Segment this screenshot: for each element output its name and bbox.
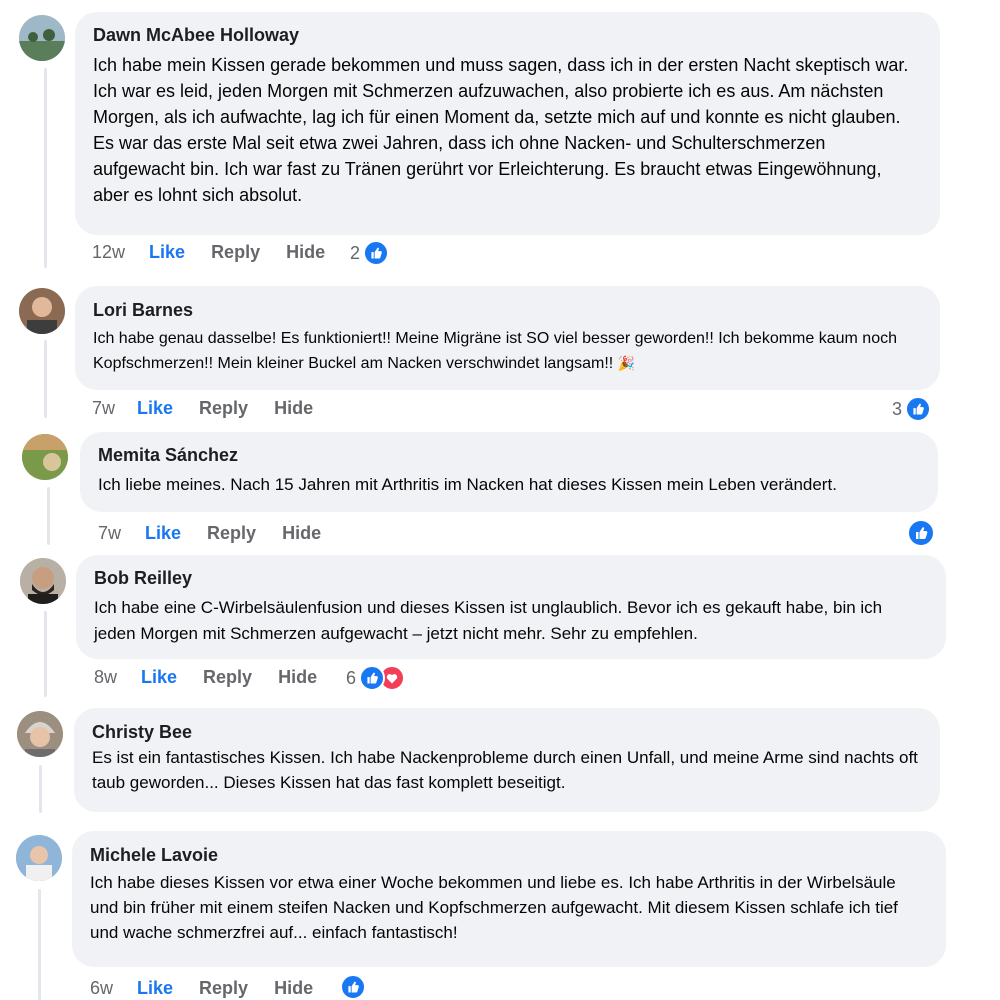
reaction-count: 2 xyxy=(350,242,361,263)
comment-author[interactable]: Lori Barnes xyxy=(93,299,922,321)
comment-text: Ich habe genau dasselbe! Es funktioniert… xyxy=(93,327,922,376)
comment-time[interactable]: 7w xyxy=(92,398,115,419)
hide-button[interactable]: Hide xyxy=(278,667,317,688)
comment-text-body: Ich habe genau dasselbe! Es funktioniert… xyxy=(93,330,897,372)
hide-button[interactable]: Hide xyxy=(282,523,321,544)
comment-time[interactable]: 8w xyxy=(94,667,117,688)
avatar[interactable] xyxy=(20,558,66,604)
reply-button[interactable]: Reply xyxy=(207,523,256,544)
reaction-summary[interactable]: 6 xyxy=(346,665,406,691)
comment-text: Ich habe eine C-Wirbelsäulenfusion und d… xyxy=(94,598,883,643)
thread-line xyxy=(44,68,47,268)
comment-author[interactable]: Bob Reilley xyxy=(94,567,928,589)
comment-time[interactable]: 6w xyxy=(90,978,113,999)
reaction-summary[interactable] xyxy=(907,519,935,547)
like-icon xyxy=(907,519,935,547)
like-button[interactable]: Like xyxy=(137,398,173,419)
party-emoji: 🎉 xyxy=(617,355,636,371)
comment-time[interactable]: 7w xyxy=(98,523,121,544)
thread-line xyxy=(44,340,47,418)
comment-text: Ich habe dieses Kissen vor etwa einer Wo… xyxy=(90,873,898,942)
comment-actions: 7w Like Reply Hide xyxy=(92,398,339,419)
like-icon xyxy=(359,665,386,691)
comment-actions: 7w Like Reply Hide xyxy=(98,523,347,544)
like-button[interactable]: Like xyxy=(145,523,181,544)
comment-bubble: Lori Barnes Ich habe genau dasselbe! Es … xyxy=(75,286,940,390)
reply-button[interactable]: Reply xyxy=(199,398,248,419)
comment-actions: 6w Like Reply Hide xyxy=(90,978,339,999)
hide-button[interactable]: Hide xyxy=(274,978,313,999)
comment-author[interactable]: Dawn McAbee Holloway xyxy=(93,24,922,46)
comment-bubble: Bob Reilley Ich habe eine C-Wirbelsäulen… xyxy=(76,555,946,659)
like-button[interactable]: Like xyxy=(149,242,185,263)
reaction-summary[interactable]: 2 xyxy=(350,240,390,266)
like-icon xyxy=(363,240,390,266)
comment-bubble: Dawn McAbee Holloway Ich habe mein Kisse… xyxy=(75,12,940,235)
hide-button[interactable]: Hide xyxy=(286,242,325,263)
like-button[interactable]: Like xyxy=(137,978,173,999)
thread-line xyxy=(44,611,47,697)
comment-text: Ich liebe meines. Nach 15 Jahren mit Art… xyxy=(98,475,837,494)
thread-line xyxy=(39,765,42,813)
comment-actions: 12w Like Reply Hide xyxy=(92,242,351,263)
comment-actions: 8w Like Reply Hide xyxy=(94,667,343,688)
like-icon xyxy=(905,396,932,422)
comment-bubble: Memita Sánchez Ich liebe meines. Nach 15… xyxy=(80,432,938,512)
comment-text: Es ist ein fantastisches Kissen. Ich hab… xyxy=(92,748,918,792)
reaction-count: 6 xyxy=(346,667,357,688)
comment-author[interactable]: Michele Lavoie xyxy=(90,844,928,866)
reaction-summary[interactable] xyxy=(340,974,366,1000)
comment-time[interactable]: 12w xyxy=(92,242,125,263)
comment-author[interactable]: Memita Sánchez xyxy=(98,444,920,466)
reaction-count: 3 xyxy=(892,398,903,419)
like-icon xyxy=(340,974,366,1000)
reply-button[interactable]: Reply xyxy=(203,667,252,688)
avatar[interactable] xyxy=(19,288,65,334)
reply-button[interactable]: Reply xyxy=(199,978,248,999)
reaction-summary[interactable]: 3 xyxy=(892,396,932,422)
hide-button[interactable]: Hide xyxy=(274,398,313,419)
reply-button[interactable]: Reply xyxy=(211,242,260,263)
avatar[interactable] xyxy=(17,711,63,757)
comment-bubble: Michele Lavoie Ich habe dieses Kissen vo… xyxy=(72,831,946,967)
thread-line xyxy=(47,487,50,545)
comment-text: Ich habe mein Kissen gerade bekommen und… xyxy=(93,55,909,205)
comment-author[interactable]: Christy Bee xyxy=(92,721,922,743)
thread-line xyxy=(38,889,41,1000)
avatar[interactable] xyxy=(16,835,62,881)
like-button[interactable]: Like xyxy=(141,667,177,688)
avatar[interactable] xyxy=(22,434,68,480)
avatar[interactable] xyxy=(19,15,65,61)
comment-bubble: Christy Bee Es ist ein fantastisches Kis… xyxy=(74,708,940,812)
